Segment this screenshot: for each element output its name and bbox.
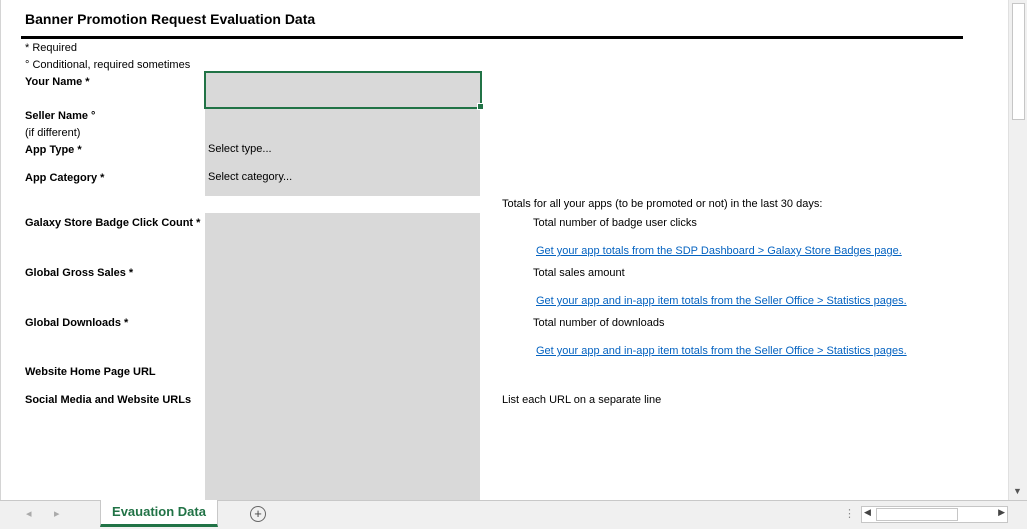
gross-sales-label: Global Gross Sales * [25,267,134,279]
tab-split-handle-icon[interactable]: ⋮ [844,507,855,520]
sheet-tab-bar: ◂ ▸ Evauation Data + ⋮ ◀ ▶ [0,500,1027,529]
downloads-label: Global Downloads * [25,317,129,329]
seller-name-sublabel: (if different) [25,127,81,139]
seller-name-input[interactable] [205,107,480,138]
your-name-input[interactable] [204,71,482,109]
tab-evaluation-data[interactable]: Evauation Data [100,500,218,527]
app-type-label: App Type * [25,144,82,156]
totals-header-note: Totals for all your apps (to be promoted… [502,198,823,210]
your-name-label: Your Name * [25,76,90,88]
badge-clicks-link[interactable]: Get your app totals from the SDP Dashboa… [536,245,902,257]
website-url-input[interactable] [205,362,480,388]
website-url-label: Website Home Page URL [25,366,156,378]
downloads-link[interactable]: Get your app and in-app item totals from… [536,345,907,357]
page-title: Banner Promotion Request Evaluation Data [25,11,316,27]
seller-name-label: Seller Name ° [25,110,96,122]
scroll-down-arrow-icon[interactable]: ▼ [1013,486,1022,496]
worksheet: Banner Promotion Request Evaluation Data… [0,0,1009,500]
legend-required: * Required [25,42,77,54]
downloads-desc: Total number of downloads [533,317,665,329]
prev-sheet-icon[interactable]: ◂ [26,507,32,520]
badge-clicks-desc: Total number of badge user clicks [533,217,697,229]
add-sheet-icon[interactable]: + [250,506,266,522]
next-sheet-icon[interactable]: ▸ [54,507,60,520]
app-type-select[interactable]: Select type... [208,143,272,155]
horizontal-scrollbar[interactable]: ◀ ▶ [861,506,1008,523]
social-urls-label: Social Media and Website URLs [25,394,192,406]
downloads-input[interactable] [205,313,480,359]
scroll-right-arrow-icon[interactable]: ▶ [998,507,1005,518]
app-category-select[interactable]: Select category... [208,171,292,183]
sales-desc: Total sales amount [533,267,625,279]
gross-sales-input[interactable] [205,263,480,309]
badge-click-count-label: Galaxy Store Badge Click Count * [25,217,201,229]
social-urls-input[interactable] [205,390,480,498]
scroll-left-arrow-icon[interactable]: ◀ [864,507,871,518]
legend-conditional: ° Conditional, required sometimes [25,59,191,71]
vertical-scroll-thumb[interactable] [1012,3,1025,120]
sales-link[interactable]: Get your app and in-app item totals from… [536,295,907,307]
vertical-scrollbar[interactable]: ▼ [1008,0,1027,500]
title-underline [21,36,963,39]
horizontal-scroll-thumb[interactable] [876,508,958,521]
social-urls-desc: List each URL on a separate line [502,394,662,406]
app-category-label: App Category * [25,172,105,184]
badge-click-count-input[interactable] [205,213,480,259]
